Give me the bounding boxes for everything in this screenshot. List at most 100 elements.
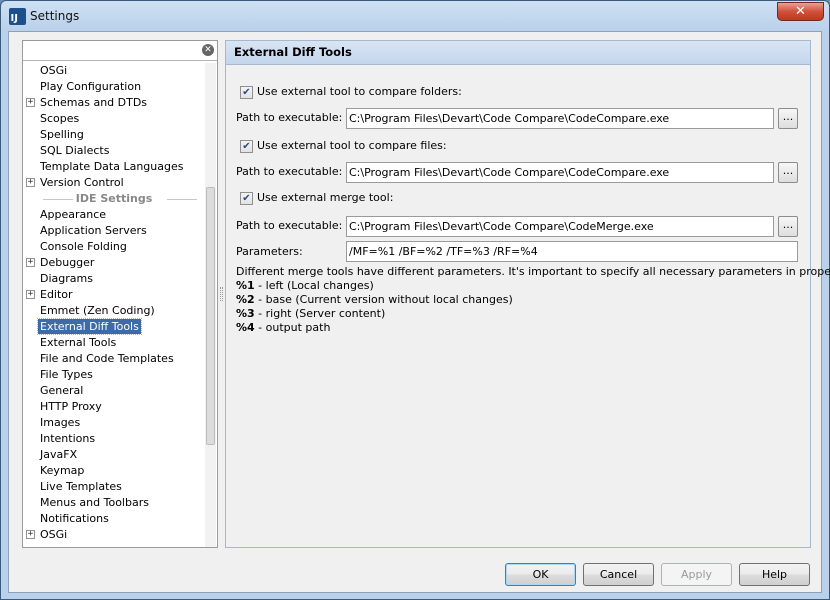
tree-item-label: Notifications <box>40 512 109 525</box>
tree-item[interactable]: Application Servers <box>23 223 205 239</box>
parameters-label: Parameters: <box>236 245 303 258</box>
help-button[interactable]: Help <box>739 563 810 586</box>
parameters-input[interactable]: /MF=%1 /BF=%2 /TF=%3 /RF=%4 <box>346 241 798 262</box>
compare-folders-checkbox[interactable]: ✔ <box>240 85 253 99</box>
tree-item[interactable]: Notifications <box>23 511 205 527</box>
window-close-button[interactable]: ✕ <box>777 2 824 21</box>
tree-item-label: Console Folding <box>40 240 127 253</box>
files-path-label: Path to executable: <box>236 165 343 178</box>
dialog-buttons: OK Cancel Apply Help <box>9 563 821 586</box>
ok-button[interactable]: OK <box>505 563 576 586</box>
compare-folders-checkbox-row[interactable]: ✔ Use external tool to compare folders: <box>240 85 462 101</box>
tree-item-label: Menus and Toolbars <box>40 496 149 509</box>
tree-item-label: General <box>40 384 84 397</box>
tree-item[interactable]: External Diff Tools <box>23 318 205 335</box>
tree-item-label: File and Code Templates <box>40 352 174 365</box>
apply-button[interactable]: Apply <box>661 563 732 586</box>
folders-path-label: Path to executable: <box>236 111 343 124</box>
expand-icon[interactable]: + <box>26 98 35 107</box>
expand-icon[interactable]: + <box>26 258 35 267</box>
tree-item[interactable]: Template Data Languages <box>23 159 205 175</box>
tree-item-label: Emmet (Zen Coding) <box>40 304 155 317</box>
tree-item-label: Play Configuration <box>40 80 142 93</box>
tree-item[interactable]: Spelling <box>23 127 205 143</box>
tree-item-label: Version Control <box>40 176 124 189</box>
tree-item-label: Spelling <box>40 128 84 141</box>
tree-item[interactable]: File and Code Templates <box>23 351 205 367</box>
compare-files-checkbox-row[interactable]: ✔ Use external tool to compare files: <box>240 139 447 155</box>
tree-item[interactable]: Menus and Toolbars <box>23 495 205 511</box>
help-param-key: %2 <box>236 293 255 306</box>
folders-path-input[interactable]: C:\Program Files\Devart\Code Compare\Cod… <box>346 108 774 129</box>
help-param-desc: - base (Current version without local ch… <box>254 293 513 306</box>
tree-item[interactable]: External Tools <box>23 335 205 351</box>
tree-item[interactable]: Emmet (Zen Coding) <box>23 303 205 319</box>
dialog-client-area: ✕ OSGi Play Configuration + Schemas and DTD… <box>8 31 830 593</box>
settings-window: IJ Settings ✕ ✕ OSGi Play Configuration + S… <box>0 0 830 600</box>
tree-item[interactable]: File Types <box>23 367 205 383</box>
files-path-input[interactable]: C:\Program Files\Devart\Code Compare\Cod… <box>346 162 774 183</box>
tree-item[interactable]: HTTP Proxy <box>23 399 205 415</box>
tree-item[interactable]: Images <box>23 415 205 431</box>
tree-item-label: Appearance <box>40 208 107 221</box>
tree-item-label: Keymap <box>40 464 85 477</box>
help-param-key: %3 <box>236 307 255 320</box>
tree-item[interactable]: Play Configuration <box>23 79 205 95</box>
tree-group-header: IDE Settings <box>23 191 205 207</box>
tree-item[interactable]: Console Folding <box>23 239 205 255</box>
tree-item[interactable]: + Editor <box>23 287 205 303</box>
title-bar: IJ Settings ✕ <box>1 1 829 31</box>
tree-item[interactable]: Live Templates <box>23 479 205 495</box>
tree-item-label: OSGi <box>40 64 68 77</box>
tree-item[interactable]: + OSGi <box>23 527 205 543</box>
expand-icon[interactable]: + <box>26 178 35 187</box>
tree-item[interactable]: OSGi <box>23 63 205 79</box>
tree-item-label: Editor <box>40 288 73 301</box>
merge-parameters-help: Different merge tools have different par… <box>236 265 830 335</box>
tree-item[interactable]: + Schemas and DTDs <box>23 95 205 111</box>
tree-item-label: External Tools <box>40 336 117 349</box>
settings-tree: OSGi Play Configuration + Schemas and DTDs S… <box>23 63 205 547</box>
tree-item-label: File Types <box>40 368 93 381</box>
tree-item[interactable]: General <box>23 383 205 399</box>
help-param-1: %1 - left (Local changes) <box>236 279 802 293</box>
tree-item-label: SQL Dialects <box>40 144 110 157</box>
merge-path-label: Path to executable: <box>236 219 343 232</box>
merge-tool-checkbox-row[interactable]: ✔ Use external merge tool: <box>240 191 393 207</box>
tree-item[interactable]: Diagrams <box>23 271 205 287</box>
merge-tool-checkbox[interactable]: ✔ <box>240 191 253 205</box>
tree-scrollbar-thumb[interactable] <box>206 187 215 445</box>
help-intro: Different merge tools have different par… <box>236 265 830 278</box>
tree-item-label: Template Data Languages <box>40 160 184 173</box>
tree-item[interactable]: Intentions <box>23 431 205 447</box>
tree-item[interactable]: Scopes <box>23 111 205 127</box>
compare-files-checkbox[interactable]: ✔ <box>240 139 253 153</box>
tree-item-label: OSGi <box>40 528 68 541</box>
tree-item[interactable]: Keymap <box>23 463 205 479</box>
tree-item[interactable]: JavaFX <box>23 447 205 463</box>
tree-item-label: JavaFX <box>40 448 78 461</box>
cancel-button[interactable]: Cancel <box>583 563 654 586</box>
panel-splitter-handle[interactable] <box>220 287 223 301</box>
tree-scrollbar[interactable] <box>205 63 216 547</box>
files-browse-button[interactable]: ... <box>778 162 798 183</box>
settings-tree-panel: ✕ OSGi Play Configuration + Schemas and DTD… <box>22 40 218 548</box>
merge-path-input[interactable]: C:\Program Files\Devart\Code Compare\Cod… <box>346 216 774 237</box>
tree-item[interactable]: + Version Control <box>23 175 205 191</box>
tree-item-label: Application Servers <box>40 224 147 237</box>
tree-item-label: External Diff Tools <box>37 318 142 335</box>
compare-folders-label: Use external tool to compare folders: <box>257 85 462 98</box>
tree-item[interactable]: SQL Dialects <box>23 143 205 159</box>
intellij-app-icon: IJ <box>9 8 26 25</box>
expand-icon[interactable]: + <box>26 530 35 539</box>
help-param-desc: - right (Server content) <box>254 307 386 320</box>
window-title: Settings <box>30 9 80 23</box>
folders-browse-button[interactable]: ... <box>778 108 798 129</box>
expand-icon[interactable]: + <box>26 290 35 299</box>
clear-search-icon[interactable]: ✕ <box>202 44 214 56</box>
help-param-2: %2 - base (Current version without local… <box>236 293 802 307</box>
tree-item[interactable]: + Debugger <box>23 255 205 271</box>
settings-search-input[interactable]: ✕ <box>23 41 217 61</box>
merge-browse-button[interactable]: ... <box>778 216 798 237</box>
tree-item[interactable]: Appearance <box>23 207 205 223</box>
